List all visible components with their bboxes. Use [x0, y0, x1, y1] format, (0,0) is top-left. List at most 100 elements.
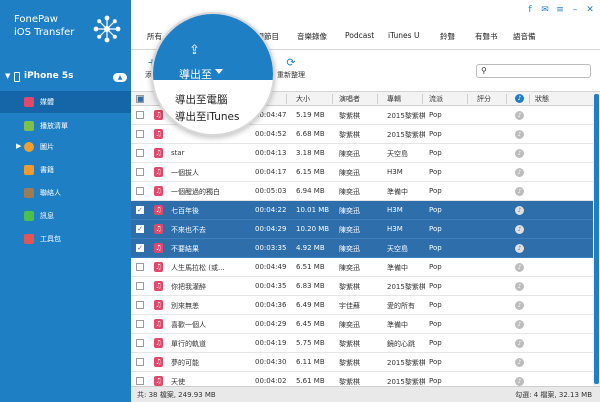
tab-podcast[interactable]: Podcast — [345, 31, 374, 40]
tab-voice-memos[interactable]: 語音備 — [513, 31, 536, 42]
song-artist: 陳奕迅 — [339, 226, 360, 234]
table-row[interactable]: ♫ 喜歡一個人 00:04:29 6.45 MB 陳奕迅 準備中 Pop ♪ — [131, 315, 593, 334]
scrollbar-thumb[interactable] — [594, 94, 599, 384]
itunes-sync-icon: ♪ — [515, 206, 524, 215]
sidebar-item-playlist[interactable]: 播放清單 — [0, 115, 131, 137]
row-checkbox[interactable]: ✓ — [136, 225, 144, 233]
song-genre: Pop — [429, 149, 442, 157]
app-logo-icon — [93, 15, 121, 43]
close-icon[interactable]: ✕ — [584, 5, 596, 16]
song-time: 00:04:36 — [255, 301, 287, 309]
song-artist: 黎紫棋 — [339, 112, 360, 120]
tab-itunes-u[interactable]: iTunes U — [388, 31, 419, 40]
row-checkbox[interactable] — [136, 168, 144, 176]
export-button[interactable]: 導出至 — [179, 66, 212, 82]
row-checkbox[interactable] — [136, 282, 144, 290]
sidebar-item-label: 訊息 — [40, 212, 54, 220]
song-genre: Pop — [429, 244, 442, 252]
table-row[interactable]: ✓ ♫ 七百年後 00:04:22 10.01 MB 陳奕迅 H3M Pop ♪ — [131, 201, 593, 220]
row-checkbox[interactable] — [136, 320, 144, 328]
device-expand-icon[interactable]: ▼ — [5, 72, 10, 80]
sidebar-item-books[interactable]: 書籍 — [0, 159, 131, 181]
facebook-icon[interactable]: f — [524, 5, 536, 16]
row-checkbox[interactable] — [136, 263, 144, 271]
search-input[interactable]: ⚲ — [476, 64, 591, 78]
itunes-column-icon[interactable]: ♪ — [515, 94, 524, 103]
table-row[interactable]: ✓ ♫ 不來也不去 00:04:29 10.20 MB 陳奕迅 H3M Pop ♪ — [131, 220, 593, 239]
row-checkbox[interactable] — [136, 358, 144, 366]
column-header-artist[interactable]: 演唱者 — [339, 94, 360, 104]
table-row[interactable]: ♫ 天使 00:04:02 5.61 MB 黎紫棋 2015黎紫棋... Pop ♪ — [131, 372, 593, 386]
table-row[interactable]: ♫ 人生馬拉松 (或... 00:04:49 6.51 MB 陳奕迅 準備中 Pop ♪ — [131, 258, 593, 277]
table-row[interactable]: ♫ 一個拔人 00:04:17 6.15 MB 陳奕迅 H3M Pop ♪ — [131, 163, 593, 182]
table-row[interactable]: ♫ 單行的軌道 00:04:19 5.75 MB 黎紫棋 鏡的心跳 Pop ♪ — [131, 334, 593, 353]
column-separator — [377, 94, 378, 104]
itunes-sync-icon: ♪ — [515, 244, 524, 253]
sidebar-item-media[interactable]: 媒體 — [0, 91, 131, 113]
column-header-genre[interactable]: 流派 — [429, 94, 443, 104]
export-to-itunes-item[interactable]: 導出至iTunes — [175, 109, 273, 126]
itunes-sync-icon: ♪ — [515, 282, 524, 291]
song-time: 00:04:52 — [255, 130, 287, 138]
song-size: 6.68 MB — [296, 130, 325, 138]
sidebar-item-photos[interactable]: ▶ 圖片 — [0, 136, 131, 158]
song-name: star — [171, 149, 185, 157]
select-all-checkbox[interactable]: ■ — [136, 95, 144, 103]
itunes-sync-icon: ♪ — [515, 320, 524, 329]
row-checkbox[interactable] — [136, 377, 144, 385]
row-checkbox[interactable]: ✓ — [136, 244, 144, 252]
table-row[interactable]: ✓ ♫ 不要結果 00:03:35 4.92 MB 陳奕迅 天空島 Pop ♪ — [131, 239, 593, 258]
column-header-rating[interactable]: 評分 — [477, 94, 491, 104]
row-checkbox[interactable] — [136, 339, 144, 347]
song-artist: 黎紫棋 — [339, 131, 360, 139]
table-row[interactable]: ♫ star 00:04:13 3.18 MB 陳奕迅 天空島 Pop ♪ — [131, 144, 593, 163]
tab-ringtones[interactable]: 鈴聲 — [440, 31, 455, 42]
table-row[interactable]: ♫ 夢的可能 00:04:30 6.11 MB 黎紫棋 2015黎紫棋... Pop ♪ — [131, 353, 593, 372]
row-checkbox[interactable] — [136, 149, 144, 157]
sidebar-item-label: 媒體 — [40, 98, 54, 106]
sidebar-item-contacts[interactable]: 聯絡人 — [0, 182, 131, 204]
song-size: 6.15 MB — [296, 168, 325, 176]
song-size: 6.11 MB — [296, 358, 325, 366]
vertical-scrollbar[interactable] — [593, 92, 600, 386]
song-list: ♫00:04:475.19 MB黎紫棋2015黎紫棋...Pop♪♫00:04:… — [131, 106, 593, 386]
music-note-icon: ♫ — [154, 281, 163, 291]
table-row[interactable]: ♫ 你把我灌醉 00:04:35 6.83 MB 黎紫棋 2015黎紫棋... Pop ♪ — [131, 277, 593, 296]
song-time: 00:03:35 — [255, 244, 287, 252]
tab-audiobooks[interactable]: 有聲书 — [475, 31, 498, 42]
row-checkbox[interactable] — [136, 301, 144, 309]
total-files-status: 共: 38 檔案, 249.93 MB — [137, 391, 216, 399]
expand-arrow-icon[interactable]: ▶ — [16, 142, 21, 150]
reorganize-button[interactable]: ⟳ 重新整理 — [277, 56, 305, 80]
song-artist: 陳奕迅 — [339, 245, 360, 253]
menu-icon[interactable]: ≡ — [554, 5, 566, 16]
song-album: 準備中 — [387, 188, 408, 196]
sidebar-item-toolbox[interactable]: 工具包 — [0, 228, 131, 250]
chat-icon[interactable]: ✉ — [539, 5, 551, 16]
tab-music-videos[interactable]: 音樂錄像 — [297, 31, 327, 42]
row-checkbox[interactable] — [136, 130, 144, 138]
app-name-line1: FonePaw — [14, 14, 58, 25]
column-header-album[interactable]: 專輯 — [387, 94, 401, 104]
dropdown-caret-icon[interactable] — [215, 69, 223, 74]
column-header-status[interactable]: 狀態 — [535, 94, 549, 104]
song-name: 喜歡一個人 — [171, 321, 206, 329]
row-checkbox[interactable] — [136, 187, 144, 195]
reorganize-label: 重新整理 — [277, 71, 305, 79]
sidebar: FonePaw iOS Transfer ▼ iPhone 5s ▲ 媒體 播放… — [0, 0, 131, 402]
sidebar-item-messages[interactable]: 訊息 — [0, 205, 131, 227]
minimize-icon[interactable]: – — [569, 5, 581, 16]
row-checkbox[interactable]: ✓ — [136, 206, 144, 214]
device-row[interactable]: ▼ iPhone 5s ▲ — [0, 70, 131, 86]
column-header-size[interactable]: 大小 — [296, 94, 310, 104]
music-note-icon: ♫ — [154, 262, 163, 272]
eject-icon[interactable]: ▲ — [113, 73, 127, 82]
music-note-icon: ♫ — [154, 376, 163, 386]
music-note-icon: ♫ — [154, 148, 163, 158]
table-row[interactable]: ♫ 別來無恙 00:04:36 6.49 MB 宇佳蘇 愛的所有 Pop ♪ — [131, 296, 593, 315]
table-row[interactable]: ♫ 一個醒過的獨白 00:05:03 6.94 MB 陳奕迅 準備中 Pop ♪ — [131, 182, 593, 201]
song-time: 00:04:30 — [255, 358, 287, 366]
export-to-computer-item[interactable]: 導出至電腦 — [175, 92, 273, 109]
music-note-icon: ♫ — [154, 224, 163, 234]
row-checkbox[interactable] — [136, 111, 144, 119]
